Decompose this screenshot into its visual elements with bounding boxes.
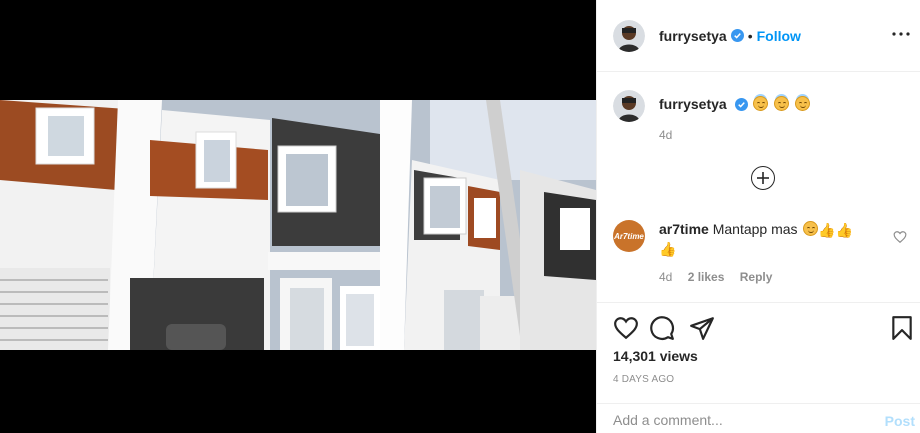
author-username[interactable]: furrysetya (659, 28, 727, 44)
commenter-avatar[interactable]: Ar7time (613, 220, 645, 252)
caption-avatar[interactable] (613, 90, 645, 122)
house-video-frame (0, 100, 596, 350)
action-icons (613, 315, 913, 341)
post-comment-button[interactable]: Post (885, 413, 915, 429)
verified-badge-icon (734, 98, 748, 111)
post-date[interactable]: 4 DAYS AGO (613, 374, 674, 385)
author-avatar[interactable] (613, 19, 645, 52)
comment-meta: 4d 2 likes Reply (659, 270, 784, 284)
post-header: furrysetya • Follow (597, 0, 920, 72)
thumbs-up-icon: 👍 (659, 241, 677, 257)
follow-button[interactable]: Follow (757, 28, 801, 44)
thumbs-up-icon: 👍 (835, 222, 854, 238)
comment-likes[interactable]: 2 likes (688, 270, 725, 284)
caption-text: furrysetya (659, 96, 811, 112)
caption-username[interactable]: furrysetya (659, 96, 727, 112)
comment-text: Mantapp mas (712, 221, 798, 237)
share-icon[interactable] (689, 315, 715, 341)
smiling-face-icon (803, 221, 819, 236)
add-comment-input[interactable] (613, 412, 863, 428)
load-more-comments-button[interactable] (751, 166, 775, 190)
view-count[interactable]: 14,301 views (613, 348, 698, 364)
more-options-icon[interactable] (889, 22, 913, 46)
smiling-face-with-halo-icon (753, 96, 769, 111)
bookmark-icon[interactable] (889, 315, 915, 341)
separator-dot: • (747, 27, 753, 44)
verified-badge-icon (730, 29, 744, 42)
comment-like-heart-icon[interactable] (893, 230, 907, 244)
thumbs-up-icon: 👍 (818, 222, 836, 238)
comment-timestamp[interactable]: 4d (659, 270, 672, 284)
smiling-face-with-halo-icon (795, 96, 811, 111)
reply-button[interactable]: Reply (740, 270, 773, 284)
post-side-panel: furrysetya • Follow furrysetya 4d Ar7tim… (596, 0, 920, 433)
comment-item: Ar7time ar7time Mantapp mas 👍👍 👍 4d 2 li… (613, 220, 913, 284)
smiling-face-with-halo-icon (774, 96, 790, 111)
heart-icon[interactable] (613, 315, 639, 341)
caption-timestamp[interactable]: 4d (659, 128, 672, 142)
comment-text-block: ar7time Mantapp mas 👍👍 👍 (659, 220, 869, 258)
add-comment-bar: Post (597, 403, 920, 433)
post-actions-section: 14,301 views 4 DAYS AGO Post (597, 302, 920, 433)
commenter-username[interactable]: ar7time (659, 221, 709, 237)
video-player[interactable] (0, 0, 596, 433)
comment-icon[interactable] (649, 315, 675, 341)
